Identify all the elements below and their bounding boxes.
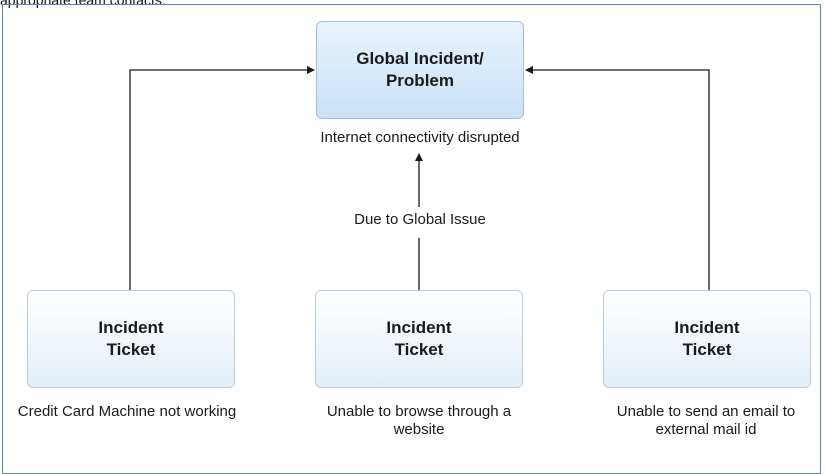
incident-ticket-box-2[interactable]: Incident Ticket (315, 290, 523, 388)
global-incident-description: Internet connectivity disrupted (320, 129, 520, 146)
incident-ticket-box-3[interactable]: Incident Ticket (603, 290, 811, 388)
incident-ticket-title-3: Incident Ticket (674, 318, 740, 359)
incident-ticket-title-2: Incident Ticket (386, 318, 452, 359)
incident-ticket-title-1: Incident Ticket (98, 318, 164, 359)
global-incident-box[interactable]: Global Incident/ Problem (316, 21, 524, 119)
left-connector-arrow (129, 66, 315, 290)
right-connector-arrow (525, 66, 710, 290)
incident-ticket-caption-1: Credit Card Machine not working (17, 403, 237, 420)
due-to-global-issue-label: Due to Global Issue (320, 211, 520, 229)
global-incident-title: Global Incident/ Problem (356, 49, 484, 90)
incident-ticket-caption-2: Unable to browse through a website (326, 403, 512, 438)
incident-ticket-caption-3: Unable to send an email to external mail… (588, 403, 824, 439)
incident-ticket-caption-3-line-2: external mail id (655, 421, 757, 438)
incident-ticket-caption-3-line-1: Unable to send an email to (616, 403, 796, 420)
incident-ticket-box-1[interactable]: Incident Ticket (27, 290, 235, 388)
